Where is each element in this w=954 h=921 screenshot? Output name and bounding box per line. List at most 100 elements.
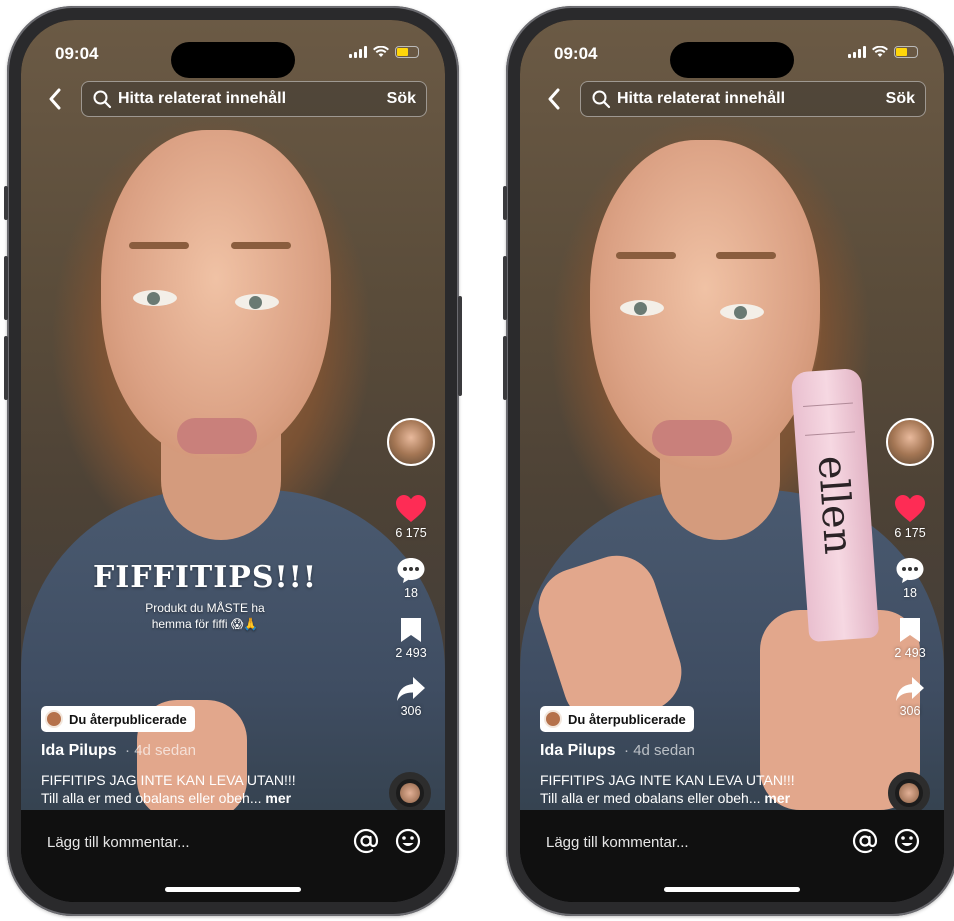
chevron-left-icon[interactable]: [43, 84, 67, 114]
cellular-signal-icon: [848, 46, 866, 58]
author-name[interactable]: Ida Pilups: [41, 742, 117, 759]
eye: [133, 290, 177, 306]
wifi-icon: [373, 46, 389, 57]
share-count: 306: [400, 704, 422, 718]
save-count: 2 493: [395, 646, 427, 660]
phone-left: 09:04 Hitta relaterat innehåll Sök FIFFI…: [4, 6, 462, 916]
screen: ellen 09:04 Hitta relaterat innehåll Sök: [520, 20, 944, 902]
mute-switch: [4, 186, 8, 220]
at-sign-icon[interactable]: [852, 828, 878, 854]
caption-line: FIFFITIPS JAG INTE KAN LEVA UTAN!!!: [41, 772, 296, 788]
smiley-icon[interactable]: [395, 828, 421, 854]
top-bar: Hitta relaterat innehåll Sök: [43, 80, 427, 118]
author-line[interactable]: Ida Pilups · 4d sedan: [41, 742, 196, 760]
comment-input[interactable]: Lägg till kommentar...: [47, 834, 190, 851]
speech-bubble-icon: [896, 558, 924, 583]
share-count: 306: [899, 704, 921, 718]
repost-label: Du återpublicerade: [69, 711, 187, 727]
like-button[interactable]: 6 175: [395, 494, 427, 540]
caption-more-link[interactable]: mer: [265, 790, 291, 806]
dynamic-island: [171, 42, 295, 78]
mute-switch: [503, 186, 507, 220]
repost-badge[interactable]: Du återpublicerade: [540, 706, 694, 732]
save-button[interactable]: 2 493: [395, 616, 427, 660]
chevron-left-icon[interactable]: [542, 84, 566, 114]
comment-count: 18: [404, 586, 418, 600]
bookmark-icon: [401, 618, 421, 642]
lips: [177, 418, 257, 454]
caption-line: Till alla er med obalans eller obeh... m…: [540, 790, 790, 806]
comment-button[interactable]: 18: [396, 556, 426, 600]
magnifier-icon: [93, 90, 112, 109]
volume-down-button: [4, 336, 8, 400]
author-line[interactable]: Ida Pilups · 4d sedan: [540, 742, 695, 760]
volume-up-button: [4, 256, 8, 320]
repost-avatar: [45, 710, 63, 728]
screen: 09:04 Hitta relaterat innehåll Sök FIFFI…: [21, 20, 445, 902]
eye: [720, 304, 764, 320]
smiley-icon[interactable]: [894, 828, 920, 854]
speech-bubble-icon: [397, 558, 425, 583]
music-disc[interactable]: [888, 772, 930, 814]
at-sign-icon[interactable]: [353, 828, 379, 854]
comment-count: 18: [903, 586, 917, 600]
action-rail: 6 175 18 2 493 306: [882, 418, 938, 734]
repost-avatar: [544, 710, 562, 728]
search-button[interactable]: Sök: [876, 90, 915, 108]
action-rail: 6 175 18 2 493 306: [383, 418, 439, 734]
eye: [235, 294, 279, 310]
brow: [616, 252, 676, 259]
save-button[interactable]: 2 493: [894, 616, 926, 660]
overlay-subtitle-line: Produkt du MÅSTE ha: [145, 601, 265, 615]
comment-bar: Lägg till kommentar...: [520, 810, 944, 902]
repost-badge[interactable]: Du återpublicerade: [41, 706, 195, 732]
video-player[interactable]: ellen: [520, 20, 944, 820]
power-button: [458, 296, 462, 396]
author-name[interactable]: Ida Pilups: [540, 742, 616, 759]
post-time: · 4d sedan: [624, 742, 695, 759]
cellular-signal-icon: [349, 46, 367, 58]
comment-actions: [852, 828, 920, 854]
heart-icon: [895, 495, 925, 522]
brow: [716, 252, 776, 259]
search-placeholder: Hitta relaterat innehåll: [118, 90, 287, 107]
phone-right: ellen 09:04 Hitta relaterat innehåll Sök: [503, 6, 954, 916]
share-arrow-icon: [397, 677, 425, 701]
comment-actions: [353, 828, 421, 854]
comment-button[interactable]: 18: [895, 556, 925, 600]
like-count: 6 175: [894, 526, 926, 540]
share-button[interactable]: 306: [396, 676, 426, 718]
home-indicator[interactable]: [165, 887, 301, 892]
creator-avatar[interactable]: [886, 418, 934, 466]
like-button[interactable]: 6 175: [894, 494, 926, 540]
share-arrow-icon: [896, 677, 924, 701]
caption-text: Till alla er med obalans eller obeh...: [540, 790, 761, 806]
status-time: 09:04: [554, 44, 598, 63]
search-placeholder: Hitta relaterat innehåll: [617, 90, 786, 107]
post-time: · 4d sedan: [125, 742, 196, 759]
status-icons: [349, 46, 419, 58]
brow: [231, 242, 291, 249]
repost-label: Du återpublicerade: [568, 711, 686, 727]
status-time: 09:04: [55, 44, 99, 63]
battery-icon: [395, 46, 419, 58]
search-button[interactable]: Sök: [377, 90, 416, 108]
eye: [620, 300, 664, 316]
video-player[interactable]: [21, 20, 445, 820]
battery-icon: [894, 46, 918, 58]
music-disc[interactable]: [389, 772, 431, 814]
status-icons: [848, 46, 918, 58]
caption-line: Till alla er med obalans eller obeh... m…: [41, 790, 291, 806]
comment-input[interactable]: Lägg till kommentar...: [546, 834, 689, 851]
brow: [129, 242, 189, 249]
top-bar: Hitta relaterat innehåll Sök: [542, 80, 926, 118]
overlay-subtitle-line: hemma för fiffi 😱🙏: [151, 617, 259, 631]
magnifier-icon: [592, 90, 611, 109]
caption-more-link[interactable]: mer: [764, 790, 790, 806]
share-button[interactable]: 306: [895, 676, 925, 718]
search-input[interactable]: Hitta relaterat innehåll Sök: [580, 81, 926, 117]
home-indicator[interactable]: [664, 887, 800, 892]
status-bar: 09:04: [21, 42, 445, 78]
creator-avatar[interactable]: [387, 418, 435, 466]
search-input[interactable]: Hitta relaterat innehåll Sök: [81, 81, 427, 117]
